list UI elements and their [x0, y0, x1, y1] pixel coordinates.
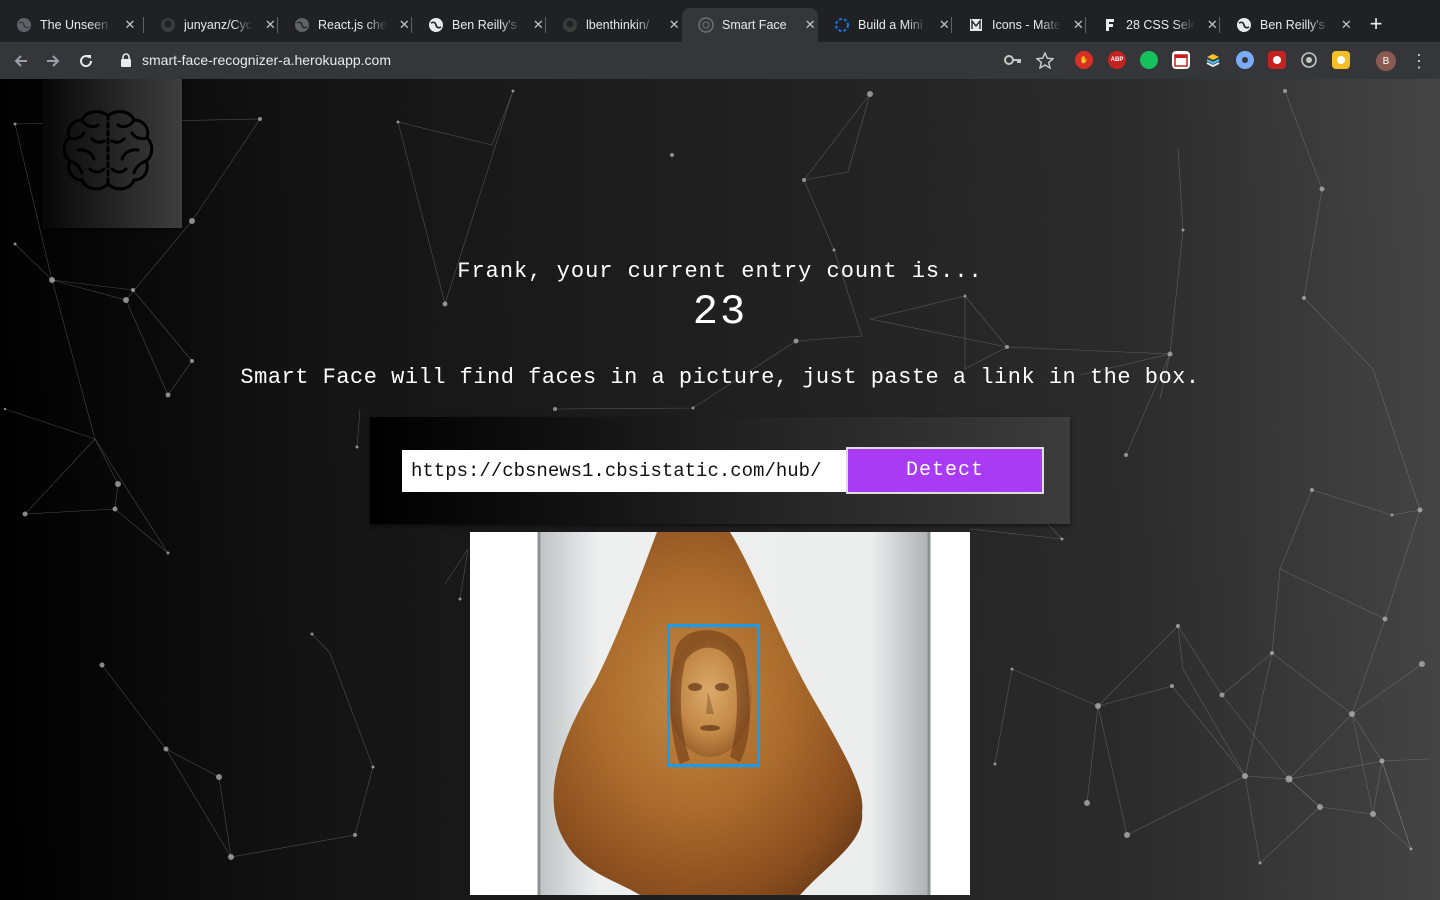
- reload-button[interactable]: [75, 50, 97, 72]
- close-icon[interactable]: ✕: [937, 17, 952, 33]
- tab-title: junyanz/Cyc: [184, 18, 253, 32]
- arrow-left-icon: [14, 55, 27, 67]
- grammarly-extension-icon[interactable]: [1140, 51, 1158, 69]
- arrow-right-icon: [47, 55, 60, 67]
- puzzle-extension-icon[interactable]: [1268, 51, 1286, 69]
- tab-title: Ben Reilly's: [1260, 18, 1325, 32]
- key-icon[interactable]: [1004, 52, 1022, 68]
- brain-logo-card[interactable]: [43, 79, 182, 228]
- tab-ben-reilly-2[interactable]: Ben Reilly's ✕: [1220, 8, 1354, 42]
- adblock-extension-icon[interactable]: ABP: [1108, 51, 1126, 69]
- image-link-form: Detect: [370, 417, 1070, 524]
- close-icon[interactable]: ✕: [531, 17, 546, 33]
- close-icon[interactable]: ✕: [1205, 17, 1220, 33]
- browser-menu-button[interactable]: ⋮: [1410, 50, 1428, 72]
- entry-count-greeting: Frank, your current entry count is...: [457, 259, 983, 284]
- tab-title: Smart Face: [722, 18, 787, 32]
- close-icon[interactable]: ✕: [802, 17, 818, 33]
- tab-smart-face[interactable]: Smart Face ✕: [682, 8, 818, 42]
- address-bar[interactable]: smart-face-recognizer-a.herokuapp.com: [108, 46, 1064, 74]
- tab-react-cheatsheet[interactable]: React.js che ✕: [278, 8, 412, 42]
- target-extension-icon[interactable]: [1300, 51, 1318, 69]
- globe-icon: [16, 17, 32, 33]
- result-image: [470, 532, 970, 895]
- tab-lbenthinkin-github[interactable]: lbenthinkin/ ✕: [546, 8, 682, 42]
- tab-ben-reilly-1[interactable]: Ben Reilly's ✕: [412, 8, 546, 42]
- tab-28-css-selectors[interactable]: 28 CSS Sele ✕: [1086, 8, 1220, 42]
- github-icon: [160, 17, 176, 33]
- hand-extension-icon[interactable]: ✋: [1075, 51, 1093, 69]
- tab-title: 28 CSS Sele: [1126, 18, 1195, 32]
- detect-button[interactable]: Detect: [846, 447, 1044, 494]
- close-icon[interactable]: ✕: [1339, 17, 1354, 33]
- app-description: Smart Face will find faces in a picture,…: [240, 365, 1200, 390]
- tab-title: React.js che: [318, 18, 387, 32]
- tab-title: Build a Mini: [858, 18, 923, 32]
- calendar-extension-icon[interactable]: [1172, 51, 1190, 69]
- tab-title: The Unseen: [40, 18, 109, 32]
- close-icon[interactable]: ✕: [397, 17, 412, 33]
- image-url-input[interactable]: [402, 450, 846, 492]
- tab-the-unseen[interactable]: The Unseen ✕: [0, 8, 144, 42]
- close-icon[interactable]: ✕: [263, 17, 278, 33]
- globe-icon: [428, 17, 444, 33]
- material-icon: [968, 17, 984, 33]
- github-icon: [562, 17, 578, 33]
- brain-icon: [62, 110, 154, 191]
- back-button[interactable]: [10, 50, 32, 72]
- tab-title: Icons - Mate: [992, 18, 1061, 32]
- close-icon[interactable]: ✕: [122, 17, 138, 33]
- profile-avatar[interactable]: B: [1376, 51, 1396, 71]
- globe-icon: [1236, 17, 1252, 33]
- new-tab-button[interactable]: +: [1364, 13, 1388, 37]
- detected-face-box: [667, 624, 760, 767]
- url-text[interactable]: smart-face-recognizer-a.herokuapp.com: [142, 52, 391, 68]
- reload-icon: [80, 55, 93, 68]
- globe-icon: [294, 17, 310, 33]
- close-icon[interactable]: ✕: [666, 17, 682, 33]
- browser-tabstrip: The Unseen ✕ junyanz/Cyc ✕ React.js che …: [0, 0, 1440, 42]
- tab-build-a-mini[interactable]: Build a Mini ✕: [818, 8, 952, 42]
- globe-icon: [698, 17, 714, 33]
- tab-icons-material[interactable]: Icons - Mate ✕: [952, 8, 1086, 42]
- circle-extension-icon[interactable]: [1236, 51, 1254, 69]
- tab-title: Ben Reilly's: [452, 18, 517, 32]
- entry-count-value: 23: [692, 288, 748, 336]
- smart-face-app: Frank, your current entry count is... 23…: [0, 79, 1440, 900]
- stack-extension-icon[interactable]: [1204, 51, 1222, 69]
- browser-toolbar: smart-face-recognizer-a.herokuapp.com ✋ …: [0, 42, 1440, 79]
- close-icon[interactable]: ✕: [1071, 17, 1086, 33]
- spinner-icon: [834, 17, 850, 33]
- tab-title: lbenthinkin/: [586, 18, 650, 32]
- tab-junyanz-cyclegan[interactable]: junyanz/Cyc ✕: [144, 8, 278, 42]
- forward-button[interactable]: [42, 50, 64, 72]
- sun-extension-icon[interactable]: [1332, 51, 1350, 69]
- star-icon[interactable]: [1036, 52, 1054, 69]
- lock-icon: [121, 53, 131, 67]
- letter-f-icon: [1102, 17, 1118, 33]
